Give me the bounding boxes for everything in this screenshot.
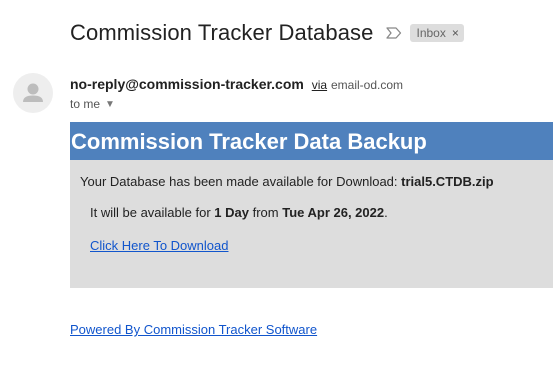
remove-label-icon[interactable]: × bbox=[452, 27, 459, 39]
person-icon bbox=[23, 83, 43, 102]
email-banner-title: Commission Tracker Data Backup bbox=[70, 122, 553, 160]
important-marker-icon[interactable] bbox=[386, 27, 402, 39]
via-domain: email-od.com bbox=[330, 78, 403, 92]
via-link[interactable]: via bbox=[312, 78, 327, 92]
availability-message-text: Your Database has been made available fo… bbox=[80, 174, 402, 189]
expiry-prefix: It will be available for bbox=[90, 205, 215, 220]
sender-email[interactable]: no-reply@commission-tracker.com bbox=[70, 76, 304, 92]
download-link[interactable]: Click Here To Download bbox=[90, 238, 229, 253]
recipient-text: to me bbox=[70, 97, 101, 111]
email-subject: Commission Tracker Database bbox=[70, 20, 374, 45]
expiry-suffix: . bbox=[384, 205, 388, 220]
email-body-panel: Your Database has been made available fo… bbox=[70, 160, 553, 288]
inbox-label-chip[interactable]: Inbox × bbox=[410, 24, 464, 42]
subject-row: Commission Tracker Database Inbox × bbox=[70, 18, 464, 48]
recipient-details-toggle[interactable]: to me ▼ bbox=[70, 97, 115, 111]
chevron-down-icon[interactable]: ▼ bbox=[105, 99, 115, 110]
expiry-duration: 1 Day bbox=[214, 205, 249, 220]
inbox-label-text: Inbox bbox=[416, 26, 446, 40]
sender-avatar bbox=[13, 73, 53, 113]
powered-by-link[interactable]: Powered By Commission Tracker Software bbox=[70, 322, 317, 337]
backup-filename: trial5.CTDB.zip bbox=[401, 174, 494, 189]
availability-message: Your Database has been made available fo… bbox=[80, 174, 494, 189]
expiry-middle: from bbox=[248, 205, 283, 220]
sender-line: no-reply@commission-tracker.com via emai… bbox=[70, 76, 403, 92]
expiry-message: It will be available for 1 Day from Tue … bbox=[90, 205, 388, 220]
expiry-date: Tue Apr 26, 2022 bbox=[282, 205, 385, 220]
